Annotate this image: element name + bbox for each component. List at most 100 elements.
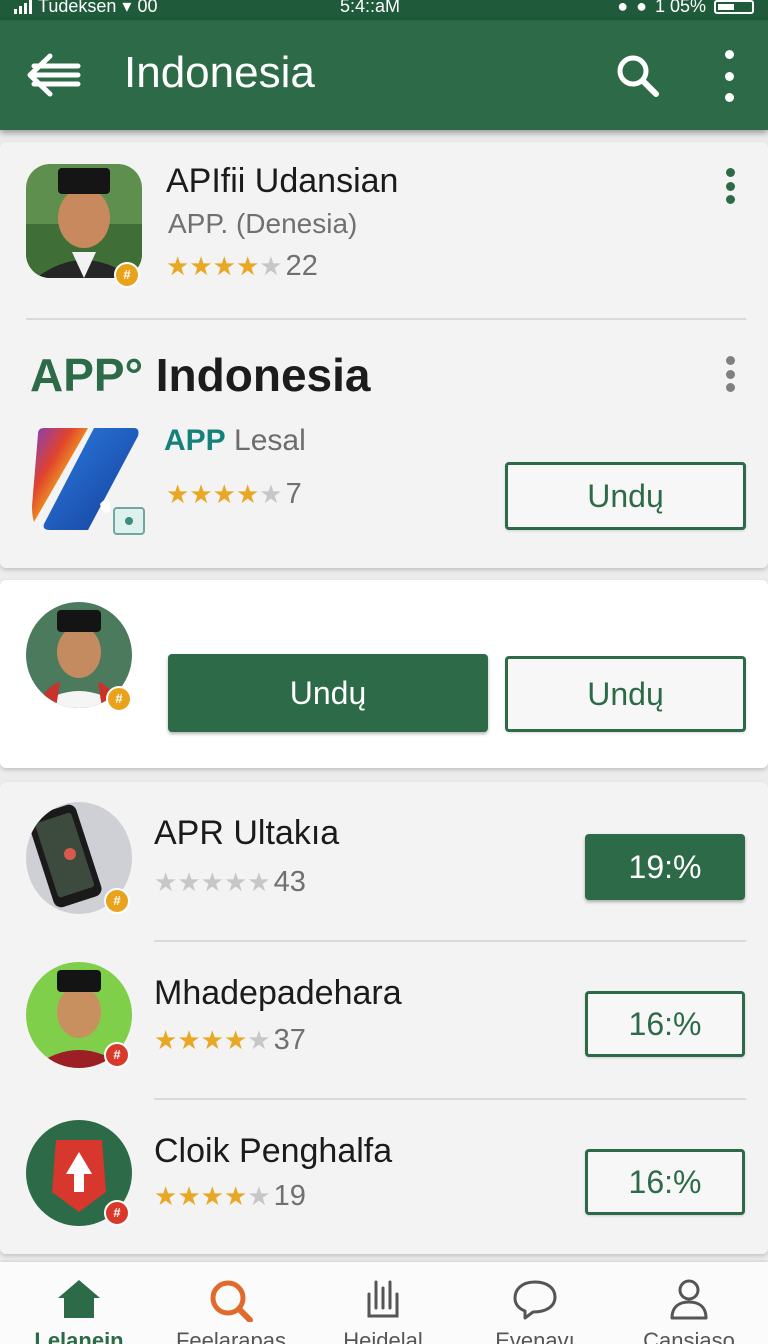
notification-icon: ●: [636, 0, 647, 16]
review-count: 37: [273, 1024, 306, 1056]
nav-item-chat[interactable]: Evenavı: [460, 1262, 610, 1344]
clock: 5:4::aM: [340, 0, 401, 16]
publisher-bold: APP: [164, 424, 226, 457]
featured-more-icon[interactable]: [720, 168, 740, 204]
section-app-rating: ★ ★ ★ ★ ★ 7: [166, 478, 302, 511]
back-arrow-icon[interactable]: [24, 50, 84, 100]
section-title-accent: APP°: [30, 349, 143, 401]
wifi-icon: ▾: [122, 0, 132, 16]
featured-card: # APIfii Udansian APP. (Denesia) ★ ★ ★ ★ ★ 2…: [0, 142, 768, 568]
list-item-icon: #: [26, 1120, 132, 1226]
chat-icon: [513, 1280, 557, 1320]
star-icon: ★: [200, 1025, 224, 1055]
person-icon: [670, 1279, 708, 1320]
promo-card: # Undų Undų: [0, 580, 768, 768]
section-app-publisher: APP Lesal: [164, 424, 306, 458]
list-item-name: Mhadepadehara: [154, 974, 402, 1012]
review-count: 43: [273, 866, 306, 898]
star-rating-icon: ★ ★ ★ ★ ★: [154, 1025, 271, 1056]
carrier-label: Tudeksen: [38, 0, 117, 16]
battery-icon: [714, 0, 754, 14]
section-more-icon[interactable]: [720, 356, 740, 392]
secondary-install-button[interactable]: Undų: [505, 656, 746, 732]
list-item-icon: #: [26, 962, 132, 1068]
nav-label: Lelanein: [34, 1328, 124, 1344]
list-item-action-button[interactable]: 16:%: [585, 1149, 745, 1215]
more-options-icon[interactable]: [714, 50, 744, 102]
nav-label: Evenavı: [495, 1328, 575, 1344]
nav-item-profile[interactable]: Cansiaso: [614, 1262, 764, 1344]
star-icon: ★: [200, 1181, 224, 1211]
primary-install-button[interactable]: Undų: [168, 654, 488, 732]
list-item-rating: ★ ★ ★ ★ ★ 37: [154, 1024, 306, 1057]
star-icon: ★: [154, 1025, 177, 1055]
list-item-rating: ★ ★ ★ ★ ★ 43: [154, 866, 306, 899]
star-rating-icon: ★ ★ ★ ★ ★: [166, 251, 283, 282]
star-rating-icon: ★ ★ ★ ★ ★: [154, 1181, 271, 1212]
star-icon: ★: [200, 867, 224, 897]
verified-badge-icon: #: [114, 262, 140, 288]
star-icon: ★: [223, 1181, 247, 1211]
star-icon: ★: [223, 1025, 247, 1055]
star-icon: ★: [247, 867, 270, 897]
nav-label: Cansiaso: [643, 1328, 735, 1344]
star-rating-icon: ★ ★ ★ ★ ★: [154, 867, 271, 898]
nav-item-search[interactable]: Feelarapas: [156, 1262, 306, 1344]
star-icon: ★: [235, 251, 259, 281]
featured-app-name: APIfii Udansian: [166, 162, 399, 200]
star-icon: ★: [212, 251, 236, 281]
list-item-name: Cloik Penghalfa: [154, 1132, 393, 1170]
featured-app-rating: ★ ★ ★ ★ ★ 22: [166, 250, 318, 283]
home-icon: [58, 1280, 100, 1318]
star-icon: ★: [259, 479, 282, 509]
review-count: 19: [273, 1180, 306, 1212]
badge-icon: #: [104, 1042, 130, 1068]
verified-badge-icon: #: [106, 686, 132, 712]
star-rating-icon: ★ ★ ★ ★ ★: [166, 479, 283, 510]
star-icon: ★: [177, 1025, 200, 1055]
person-photo: [26, 164, 142, 278]
badge-icon: #: [104, 1200, 130, 1226]
install-button[interactable]: Undų: [505, 462, 746, 530]
app-list-card: # APR Ultakıa ★ ★ ★ ★ ★ 43 19:% # Mhadepadeh…: [0, 782, 768, 1254]
star-icon: ★: [189, 479, 212, 509]
search-icon[interactable]: [612, 50, 664, 102]
nav-item-apps[interactable]: Heidelal: [308, 1262, 458, 1344]
nav-label: Heidelal: [343, 1328, 423, 1344]
section-app-icon[interactable]: [30, 426, 146, 536]
star-icon: ★: [154, 1181, 177, 1211]
star-icon: ★: [247, 1181, 270, 1211]
featured-app-avatar[interactable]: #: [26, 164, 142, 288]
promo-avatar[interactable]: #: [26, 602, 132, 712]
star-icon: ★: [166, 479, 189, 509]
divider: [26, 318, 746, 320]
list-item-icon: #: [26, 802, 132, 914]
featured-app-developer: APP. (Denesia): [168, 208, 358, 239]
section-title: APP° Indonesia: [30, 348, 370, 402]
list-item-name: APR Ultakıa: [154, 814, 340, 852]
star-icon: ★: [177, 1181, 200, 1211]
page-title: Indonesia: [124, 48, 315, 97]
star-icon: ★: [235, 479, 259, 509]
bottom-navigation: Lelanein Feelarapas Heidelal Evenavı Can…: [0, 1262, 768, 1344]
colorful-app-logo-icon: [32, 428, 145, 535]
star-icon: ★: [212, 479, 236, 509]
divider: [154, 940, 746, 942]
list-item-action-button[interactable]: 19:%: [585, 834, 745, 900]
grid-icon: [367, 1280, 399, 1318]
star-icon: ★: [177, 867, 200, 897]
badge-icon: #: [104, 888, 130, 914]
star-icon: ★: [166, 251, 189, 281]
status-bar: Tudeksen ▾ 00 5:4::aM ● ● 1 05%: [0, 0, 768, 20]
review-count: 22: [285, 250, 318, 282]
nav-item-home[interactable]: Lelanein: [4, 1262, 154, 1344]
search-icon: [210, 1280, 253, 1322]
star-icon: ★: [259, 251, 282, 281]
star-icon: ★: [154, 867, 177, 897]
section-title-text: Indonesia: [142, 349, 371, 401]
divider: [154, 1098, 746, 1100]
signal-extra-label: 00: [137, 0, 158, 16]
list-item-action-button[interactable]: 16:%: [585, 991, 745, 1057]
alarm-icon: ●: [617, 0, 629, 16]
list-item-rating: ★ ★ ★ ★ ★ 19: [154, 1180, 306, 1213]
